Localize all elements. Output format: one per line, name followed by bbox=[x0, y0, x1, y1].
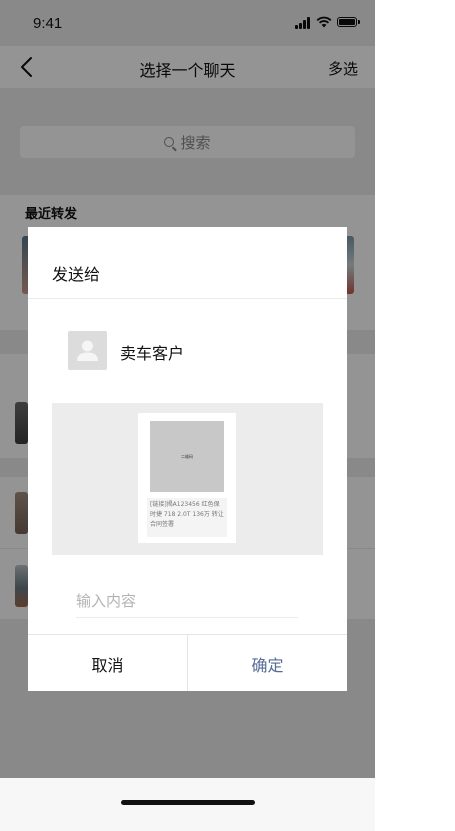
home-indicator[interactable] bbox=[121, 800, 255, 805]
send-dialog: 发送给 卖车客户 二维码 [链接]揭A123456 红色保时捷 718 2.0T… bbox=[28, 227, 347, 691]
dialog-title: 发送给 bbox=[52, 265, 101, 284]
confirm-button[interactable]: 确定 bbox=[188, 635, 347, 691]
dialog-buttons: 取消 确定 bbox=[28, 634, 347, 691]
recipient-name: 卖车客户 bbox=[120, 344, 185, 363]
qr-code-image: 二维码 bbox=[150, 421, 224, 492]
dialog-divider bbox=[28, 298, 347, 299]
phone-screen: 9:41 选择一个聊天 多选 搜索 最近转发 发送给 卖车客户 二维码 [链接]… bbox=[0, 0, 375, 831]
preview-description: [链接]揭A123456 红色保时捷 718 2.0T 136万 转让合同签署 bbox=[147, 498, 227, 537]
message-input[interactable] bbox=[76, 585, 298, 618]
share-preview: 二维码 [链接]揭A123456 红色保时捷 718 2.0T 136万 转让合… bbox=[52, 403, 323, 555]
cancel-button[interactable]: 取消 bbox=[28, 635, 188, 691]
avatar-icon bbox=[68, 331, 107, 370]
preview-card: 二维码 [链接]揭A123456 红色保时捷 718 2.0T 136万 转让合… bbox=[138, 413, 236, 543]
qr-code-label: 二维码 bbox=[181, 453, 193, 459]
